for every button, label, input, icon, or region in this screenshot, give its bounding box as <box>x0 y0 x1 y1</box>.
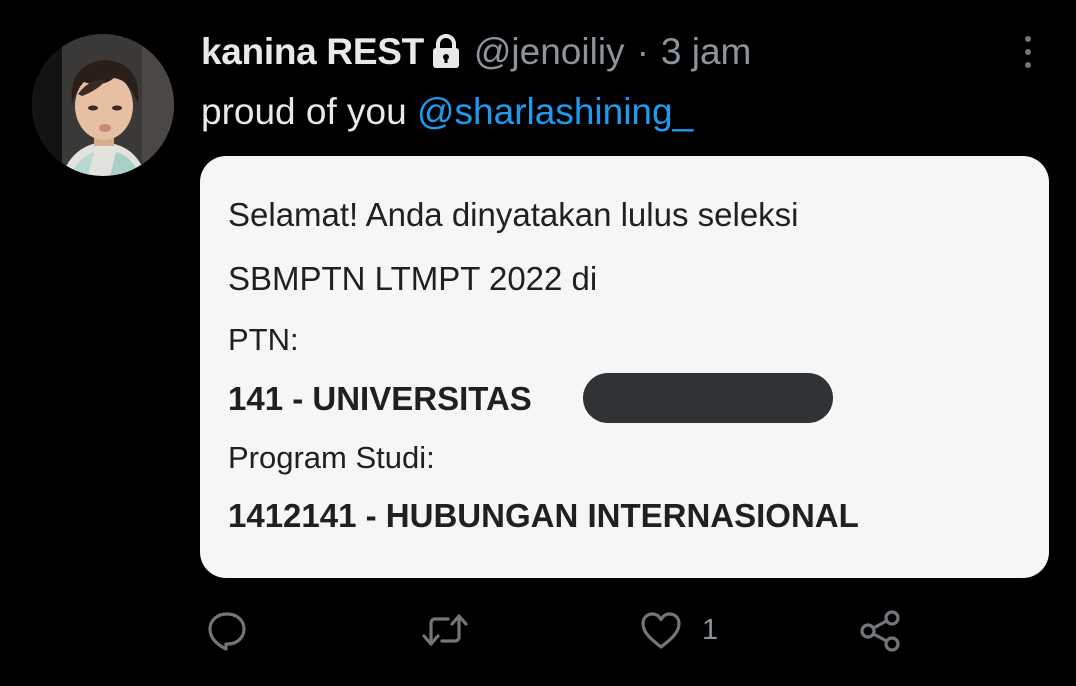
tweet-actions: 1 <box>0 600 1076 660</box>
separator-dot: · <box>636 31 649 72</box>
media-line-1: Selamat! Anda dinyatakan lulus seleksi <box>228 196 799 233</box>
tweet-text: proud of you @sharlashining_ <box>201 86 693 138</box>
media-line-2: SBMPTN LTMPT 2022 di <box>228 260 598 297</box>
retweet-icon <box>420 608 470 652</box>
share-icon <box>858 608 904 654</box>
display-name[interactable]: kanina REST <box>201 26 424 78</box>
mention-link[interactable]: @sharlashining_ <box>417 91 693 132</box>
heart-icon <box>638 608 684 652</box>
more-options-icon[interactable] <box>1014 34 1042 70</box>
like-button[interactable]: 1 <box>638 608 718 652</box>
tweet-body: proud of you <box>201 91 417 132</box>
timestamp[interactable]: 3 jam <box>661 26 751 78</box>
avatar[interactable] <box>32 34 174 176</box>
media-line-5: Program Studi: <box>228 440 435 475</box>
lock-icon <box>430 34 462 70</box>
redaction-bar <box>583 373 833 423</box>
media-line-4: 141 - UNIVERSITAS <box>228 380 532 417</box>
reply-icon <box>205 608 249 652</box>
avatar-photo <box>32 34 174 176</box>
tweet-header: kanina REST @jenoiliy · 3 jam <box>201 26 751 78</box>
media-line-6: 1412141 - HUBUNGAN INTERNASIONAL <box>228 497 859 534</box>
share-button[interactable] <box>858 608 904 654</box>
tweet[interactable]: kanina REST @jenoiliy · 3 jam proud of y… <box>0 0 1076 686</box>
retweet-button[interactable] <box>420 608 470 652</box>
reply-button[interactable] <box>205 608 249 652</box>
media-line-3: PTN: <box>228 322 299 357</box>
handle[interactable]: @jenoiliy <box>474 26 625 78</box>
like-count: 1 <box>702 613 719 646</box>
tweet-media-image[interactable]: Selamat! Anda dinyatakan lulus seleksi S… <box>200 156 1049 578</box>
